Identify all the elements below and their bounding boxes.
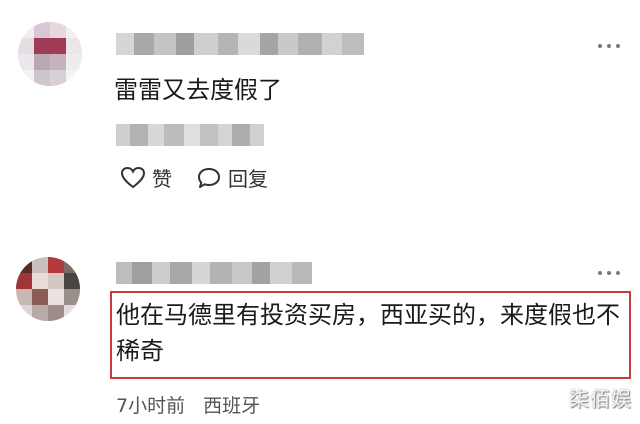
comment-actions: 赞 回复	[120, 163, 292, 192]
heart-outline-icon	[120, 166, 146, 188]
more-dots-icon[interactable]	[598, 43, 620, 49]
comment-time: 7小时前	[116, 395, 186, 417]
comment-text: 他在马德里有投资买房，西亚买的，来度假也不稀奇	[116, 301, 620, 365]
like-label: 赞	[152, 167, 172, 191]
comment-location: 西班牙	[203, 395, 261, 417]
username-blurred[interactable]	[116, 33, 364, 55]
comment-item: 雷雷又去度假了 赞 回复	[0, 0, 640, 215]
comment-meta: 7小时前 西班牙	[116, 391, 260, 418]
avatar[interactable]	[18, 22, 82, 86]
reply-button[interactable]: 回复	[196, 163, 268, 192]
speech-bubble-icon	[198, 167, 220, 188]
like-button[interactable]: 赞	[120, 163, 172, 192]
avatar[interactable]	[16, 257, 80, 321]
watermark: 柒佰娱	[569, 387, 632, 411]
reply-label: 回复	[228, 167, 268, 191]
more-dots-icon[interactable]	[598, 270, 620, 276]
comment-text: 雷雷又去度假了	[114, 76, 282, 104]
username-blurred[interactable]	[116, 262, 312, 284]
comment-meta-blurred	[116, 124, 264, 146]
comment-item: 他在马德里有投资买房，西亚买的，来度假也不稀奇 7小时前 西班牙	[0, 215, 640, 424]
